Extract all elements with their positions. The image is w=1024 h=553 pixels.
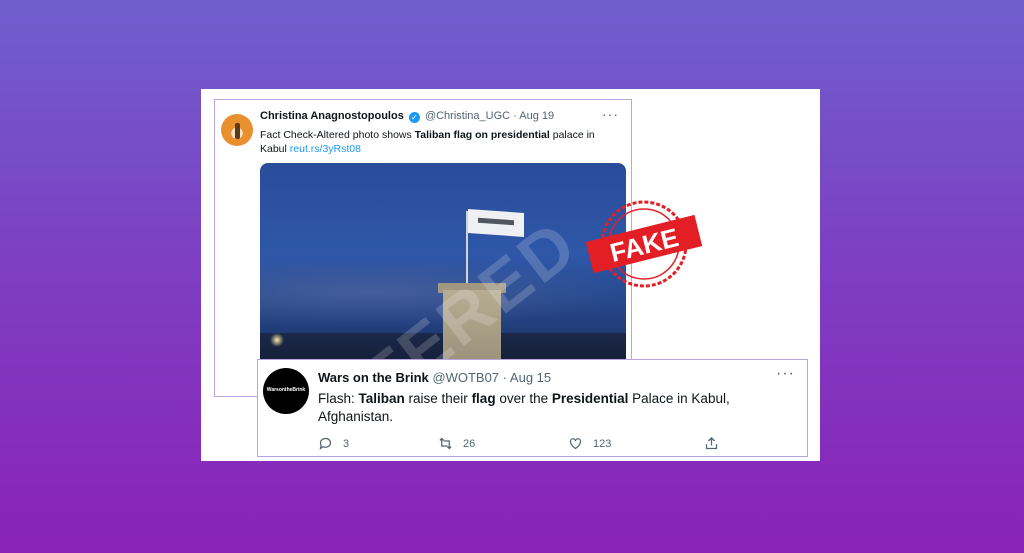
retweet-button[interactable]: 26: [438, 436, 475, 451]
text-part: Fact Check-Altered photo shows: [260, 129, 415, 141]
tweet-date[interactable]: Aug 19: [519, 110, 554, 122]
tweet-text: Flash: Taliban raise their flag over the…: [318, 390, 788, 426]
text-bold: flag: [471, 391, 496, 406]
tweet-text: Fact Check-Altered photo shows Taliban f…: [260, 128, 620, 156]
tweet-date[interactable]: Aug 15: [510, 370, 551, 385]
tweet-link[interactable]: reut.rs/3yRst08: [290, 143, 361, 155]
avatar[interactable]: WarsontheBrink: [263, 368, 309, 414]
text-part: Flash:: [318, 391, 359, 406]
avatar[interactable]: [221, 114, 253, 146]
like-button[interactable]: 123: [568, 436, 611, 451]
tweet-actions: 3 26 123: [318, 436, 788, 454]
author-name[interactable]: Wars on the Brink: [318, 370, 429, 385]
reply-button[interactable]: 3: [318, 436, 349, 451]
text-bold: Taliban flag on presidential: [414, 129, 550, 141]
heart-icon: [569, 438, 582, 450]
text-part: over the: [495, 391, 552, 406]
more-options-icon[interactable]: ···: [776, 365, 795, 383]
tweet-wars-on-the-brink[interactable]: WarsontheBrink Wars on the Brink @WOTB07…: [257, 359, 808, 457]
street-light: [270, 333, 284, 347]
tweet-header: Christina Anagnostopoulos ✓ @Christina_U…: [260, 110, 554, 123]
retweet-count: 26: [463, 437, 476, 450]
text-bold: Presidential: [551, 391, 629, 406]
share-icon: [705, 436, 718, 450]
separator: ·: [502, 370, 508, 385]
fake-stamp-icon: FAKE: [585, 200, 703, 288]
more-options-icon[interactable]: ···: [602, 106, 619, 122]
like-count: 123: [593, 437, 612, 450]
separator: ·: [513, 110, 517, 122]
avatar-text: WarsontheBrink: [266, 387, 306, 393]
tweet-christina[interactable]: Christina Anagnostopoulos ✓ @Christina_U…: [214, 99, 632, 397]
author-handle[interactable]: @Christina_UGC: [425, 110, 510, 122]
reply-count: 3: [343, 437, 350, 450]
share-button[interactable]: [704, 436, 719, 451]
stamp-text: FAKE: [607, 222, 682, 268]
tweet-header: Wars on the Brink @WOTB07 · Aug 15: [318, 370, 551, 385]
reply-icon: [319, 437, 332, 450]
retweet-icon: [439, 437, 452, 450]
text-bold: Taliban: [358, 391, 405, 406]
text-part: raise their: [404, 391, 472, 406]
verified-badge-icon: ✓: [408, 112, 420, 123]
author-name[interactable]: Christina Anagnostopoulos: [260, 110, 404, 122]
author-handle[interactable]: @WOTB07: [432, 370, 499, 385]
